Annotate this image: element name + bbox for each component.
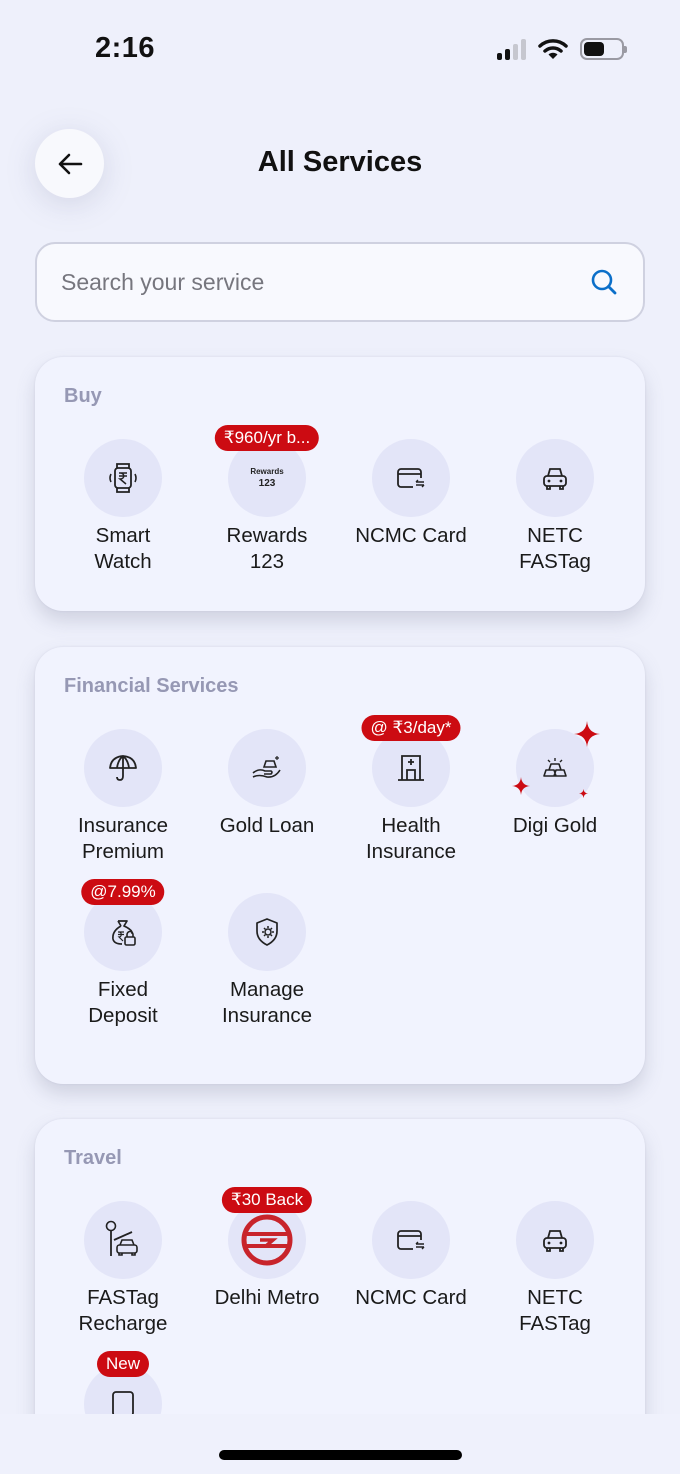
new-badge: New (96, 1351, 150, 1377)
service-fixed-deposit[interactable]: @7.99% Fixed Deposit (51, 879, 195, 1029)
icon-circle (512, 721, 600, 807)
icon-circle (516, 439, 594, 517)
section-financial-services: Financial Services Insurance Premium Gol… (35, 647, 645, 1084)
status-bar: 2:16 (0, 0, 680, 100)
service-fastag-recharge[interactable]: FASTag Recharge (51, 1201, 195, 1337)
service-label: Rewards 123 (226, 524, 308, 573)
home-indicator-area (0, 1414, 680, 1474)
money-bag-lock-icon (112, 920, 136, 946)
wifi-icon (538, 39, 568, 59)
offer-badge: @7.99% (81, 879, 165, 905)
service-smart-watch[interactable]: Smart Watch (51, 439, 195, 575)
icon-circle (84, 729, 162, 807)
sparkle-icon (574, 721, 600, 747)
sparkle-icon (512, 777, 530, 795)
shield-gear-icon (256, 918, 278, 946)
gold-bars-icon (543, 758, 567, 777)
service-netc-fastag[interactable]: NETC FASTag (483, 439, 627, 575)
rewards-123-logo: Rewards 123 (250, 467, 284, 489)
offer-badge: ₹30 Back (221, 1187, 313, 1213)
car-icon (543, 468, 567, 490)
sparkle-icon (579, 789, 588, 798)
smart-watch-rupee-icon (109, 463, 137, 493)
service-delhi-metro[interactable]: ₹30 Back Delhi Metro (195, 1187, 339, 1337)
service-rewards-123[interactable]: ₹960/yr b... Rewards 123 Rewards 123 (195, 425, 339, 575)
icon-circle (84, 439, 162, 517)
service-ncmc-card-travel[interactable]: NCMC Card (339, 1201, 483, 1337)
service-manage-insurance[interactable]: Manage Insurance (195, 893, 339, 1029)
icon-circle (228, 729, 306, 807)
offer-badge: @ ₹3/day* (361, 715, 461, 741)
card-transfer-icon (397, 1230, 425, 1250)
service-label: NETC FASTag (519, 524, 591, 573)
icon-circle (228, 893, 306, 971)
toll-gate-car-icon (105, 1220, 138, 1256)
hospital-icon (398, 755, 424, 781)
search-bar[interactable] (35, 242, 645, 322)
icon-circle (372, 1201, 450, 1279)
service-label: NCMC Card (355, 1286, 467, 1309)
service-label: Digi Gold (512, 814, 598, 837)
delhi-metro-logo (241, 1214, 293, 1266)
section-title: Travel (64, 1147, 122, 1169)
page-title: All Services (257, 146, 423, 178)
service-label: Delhi Metro (214, 1286, 320, 1309)
car-icon (543, 1230, 567, 1252)
section-travel: Travel FASTag Recharge ₹30 Back Delhi Me… (35, 1119, 645, 1459)
service-label: Health Insurance (365, 814, 457, 863)
service-insurance-premium[interactable]: Insurance Premium (51, 729, 195, 865)
service-ncmc-card[interactable]: NCMC Card (339, 439, 483, 575)
service-label: Fixed Deposit (88, 978, 158, 1027)
icon-circle (516, 1201, 594, 1279)
service-label: Insurance Premium (77, 814, 169, 863)
section-buy: Buy Smart Watch ₹960/yr b... Rewards 123 (35, 357, 645, 611)
offer-badge: ₹960/yr b... (214, 425, 320, 451)
service-label: Manage Insurance (221, 978, 313, 1027)
home-indicator[interactable] (219, 1450, 462, 1460)
service-gold-loan[interactable]: Gold Loan (195, 729, 339, 865)
service-digi-gold[interactable]: Digi Gold (483, 721, 627, 865)
card-transfer-icon (397, 468, 425, 488)
icon-circle (372, 439, 450, 517)
service-health-insurance[interactable]: @ ₹3/day* Health Insurance (339, 715, 483, 865)
service-label: FASTag Recharge (78, 1286, 168, 1335)
section-title: Buy (64, 385, 102, 407)
status-icons (497, 38, 627, 60)
service-label: Smart Watch (94, 524, 152, 573)
service-netc-fastag-travel[interactable]: NETC FASTag (483, 1201, 627, 1337)
battery-icon (580, 38, 627, 60)
search-icon[interactable] (589, 267, 619, 297)
cellular-signal-icon (497, 38, 526, 60)
header: All Services (0, 110, 680, 220)
service-label: NETC FASTag (519, 1286, 591, 1335)
icon-circle (84, 1201, 162, 1279)
search-input[interactable] (61, 268, 589, 296)
gold-in-hand-icon (252, 756, 281, 778)
status-time: 2:16 (95, 32, 156, 64)
service-label: NCMC Card (355, 524, 467, 547)
section-title: Financial Services (64, 675, 239, 697)
service-label: Gold Loan (219, 814, 315, 837)
umbrella-icon (109, 755, 137, 781)
